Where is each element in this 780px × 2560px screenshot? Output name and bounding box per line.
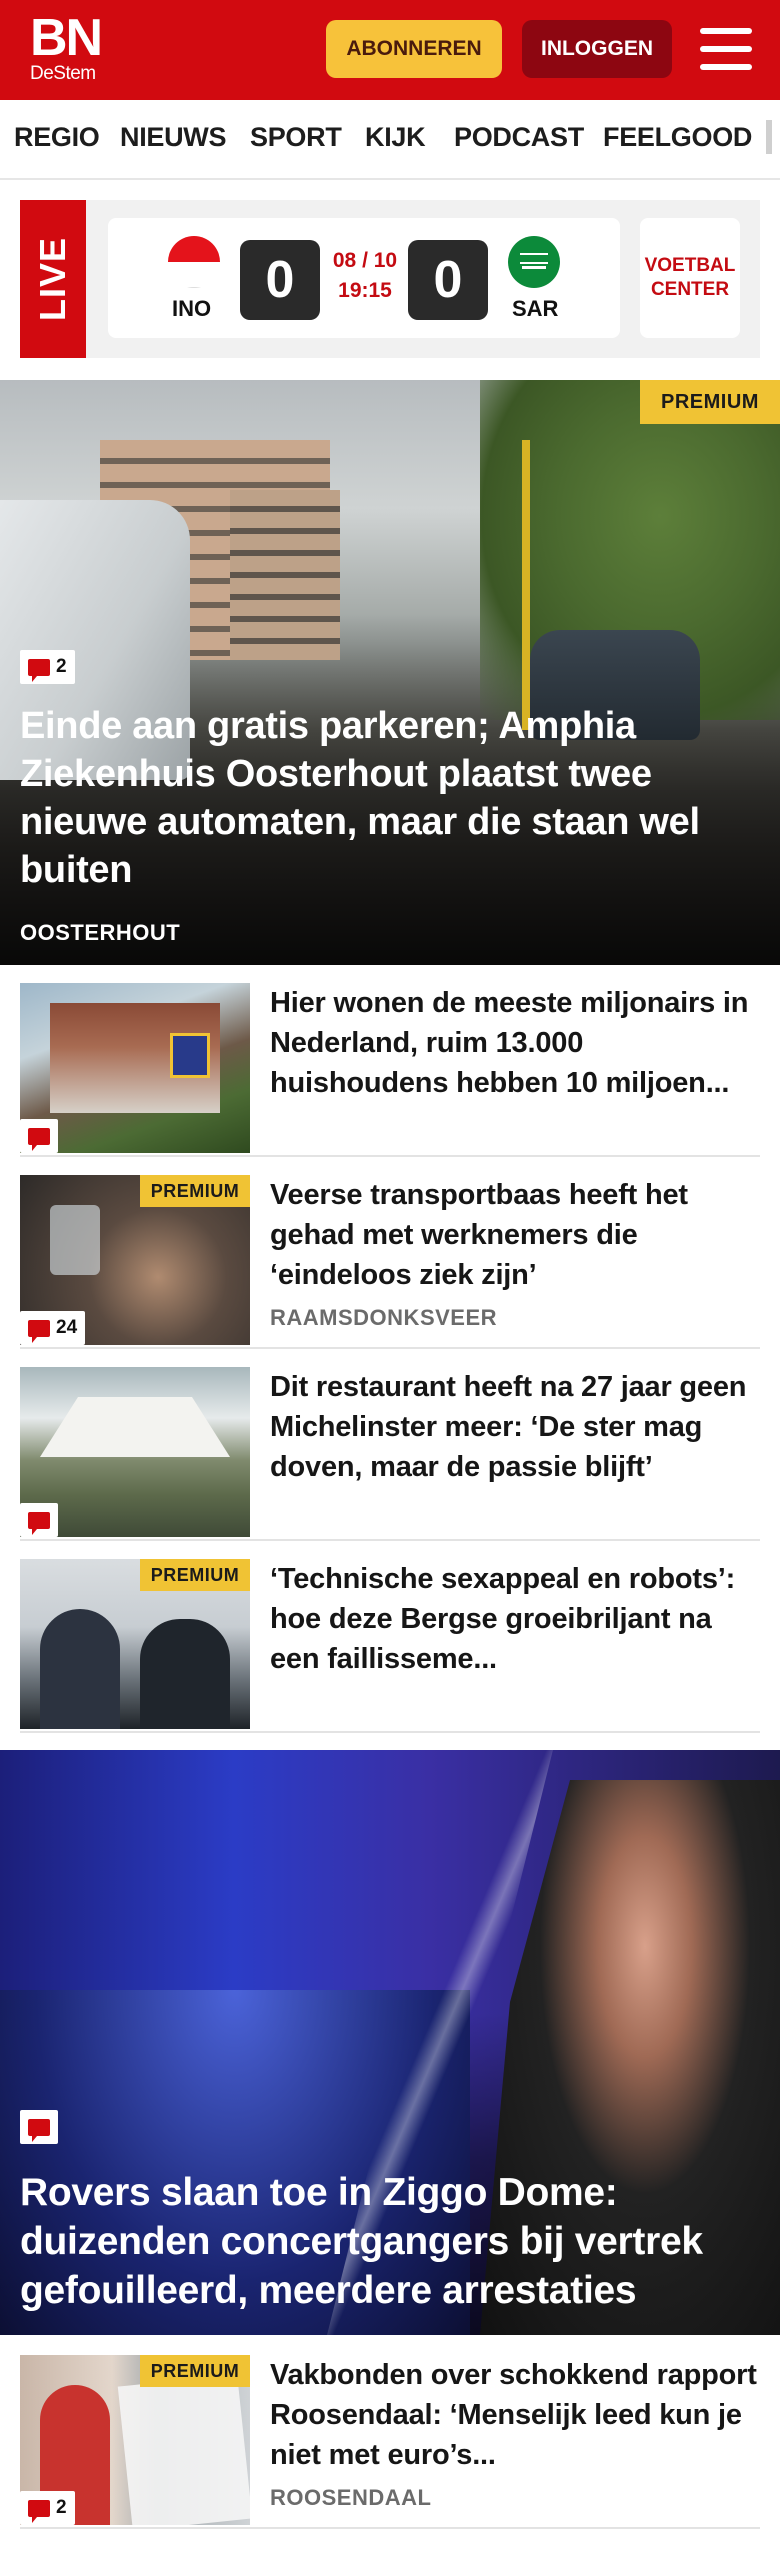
- premium-badge: PREMIUM: [140, 2355, 250, 2387]
- thumb-sign: [170, 1033, 210, 1078]
- nav-item-feelgood[interactable]: FEELGOOD: [603, 122, 752, 153]
- comment-icon: [28, 2118, 50, 2142]
- thumb-tent: [40, 1397, 230, 1457]
- site-logo[interactable]: BN DeStem: [30, 9, 103, 84]
- hero-title[interactable]: Rovers slaan toe in Ziggo Dome: duizende…: [20, 2168, 760, 2315]
- match-datetime: 08 / 10 19:15: [320, 246, 410, 306]
- premium-badge: PREMIUM: [640, 380, 780, 424]
- comment-count: 24: [56, 1317, 78, 1338]
- away-score: 0: [408, 240, 488, 320]
- nav-item-kijk[interactable]: KIJK: [365, 122, 426, 153]
- home-score: 0: [240, 240, 320, 320]
- section-nav: REGIO NIEUWS SPORT KIJK PODCAST FEELGOOD: [0, 100, 780, 180]
- live-score-strip: LIVE INO 0 08 / 10 19:15 0 SAR VOETBAL C…: [20, 200, 760, 358]
- article-title[interactable]: Veerse transportbaas heeft het gehad met…: [270, 1175, 760, 1295]
- comment-icon: [28, 1511, 50, 1535]
- premium-badge: PREMIUM: [140, 1559, 250, 1591]
- thumb-document: [117, 2374, 250, 2525]
- comment-count-badge[interactable]: 2: [20, 2491, 75, 2525]
- comment-icon: [28, 1127, 50, 1151]
- live-label: LIVE: [32, 236, 73, 322]
- thumb-person-left: [40, 1609, 120, 1729]
- hero-image-pole: [522, 440, 530, 730]
- match-score-card[interactable]: INO 0 08 / 10 19:15 0 SAR: [108, 218, 620, 338]
- nav-overflow-indicator: [766, 120, 772, 154]
- comment-count-badge[interactable]: 24: [20, 1311, 86, 1345]
- list-item[interactable]: PREMIUM ‘Technische sexappeal en robots’…: [20, 1541, 760, 1733]
- hero-article-ziggo-dome[interactable]: Rovers slaan toe in Ziggo Dome: duizende…: [0, 1750, 780, 2335]
- article-title[interactable]: ‘Technische sexappeal en robots’: hoe de…: [270, 1559, 760, 1679]
- hero-article-parking[interactable]: PREMIUM 2 Einde aan gratis parkeren; Amp…: [0, 380, 780, 965]
- comment-count-badge[interactable]: [20, 1503, 58, 1537]
- thumb-glass: [50, 1205, 100, 1275]
- login-button[interactable]: INLOGGEN: [522, 20, 672, 78]
- comment-icon: [28, 1319, 50, 1343]
- article-location: RAAMSDONKSVEER: [270, 1305, 498, 1330]
- comment-count: 2: [56, 2497, 67, 2518]
- comment-icon: [28, 2499, 50, 2523]
- comment-count: 2: [56, 656, 67, 677]
- article-title[interactable]: Dit restaurant heeft na 27 jaar geen Mic…: [270, 1367, 760, 1487]
- list-item[interactable]: Dit restaurant heeft na 27 jaar geen Mic…: [20, 1349, 760, 1541]
- match-time: 19:15: [338, 279, 392, 302]
- logo-main: BN: [30, 9, 103, 67]
- article-thumbnail[interactable]: PREMIUM 2: [20, 2355, 250, 2525]
- hero-title[interactable]: Einde aan gratis parkeren; Amphia Zieken…: [20, 702, 760, 894]
- comment-icon: [28, 658, 50, 682]
- article-thumbnail[interactable]: [20, 1367, 250, 1537]
- article-thumbnail[interactable]: [20, 983, 250, 1153]
- hero-image-building-annex: [230, 490, 340, 660]
- top-header: BN DeStem ABONNEREN INLOGGEN: [0, 0, 780, 100]
- match-date: 08 / 10: [332, 249, 398, 272]
- saudi-arabia-flag-icon: [508, 236, 560, 288]
- hamburger-menu-icon[interactable]: [700, 26, 752, 72]
- nav-item-sport[interactable]: SPORT: [250, 122, 342, 153]
- article-thumbnail[interactable]: PREMIUM: [20, 1559, 250, 1729]
- comment-count-badge[interactable]: 2: [20, 650, 75, 684]
- article-location: ROOSENDAAL: [270, 2485, 432, 2510]
- nav-item-regio[interactable]: REGIO: [14, 122, 100, 153]
- hero-location: OOSTERHOUT: [20, 920, 181, 945]
- article-title[interactable]: Vakbonden over schokkend rapport Roosend…: [270, 2355, 760, 2475]
- premium-badge: PREMIUM: [140, 1175, 250, 1207]
- list-item[interactable]: PREMIUM 24 Veerse transportbaas heeft he…: [20, 1157, 760, 1349]
- indonesia-flag-icon: [168, 236, 220, 288]
- nav-item-podcast[interactable]: PODCAST: [454, 122, 584, 153]
- voetbal-center-link[interactable]: VOETBAL CENTER: [640, 218, 740, 338]
- nav-item-nieuws[interactable]: NIEUWS: [120, 122, 227, 153]
- list-item[interactable]: PREMIUM 2 Vakbonden over schokkend rappo…: [20, 2337, 760, 2529]
- article-thumbnail[interactable]: PREMIUM 24: [20, 1175, 250, 1345]
- live-tab[interactable]: LIVE: [20, 200, 86, 358]
- logo-sub: DeStem: [30, 63, 96, 84]
- comment-count-badge[interactable]: [20, 2110, 58, 2144]
- subscribe-button[interactable]: ABONNEREN: [326, 20, 502, 78]
- list-item[interactable]: Hier wonen de meeste miljonairs in Neder…: [20, 965, 760, 1157]
- home-team-code: INO: [172, 296, 212, 321]
- thumb-person-right: [140, 1619, 230, 1729]
- comment-count-badge[interactable]: [20, 1119, 58, 1153]
- away-team-code: SAR: [512, 296, 559, 321]
- article-title[interactable]: Hier wonen de meeste miljonairs in Neder…: [270, 983, 760, 1103]
